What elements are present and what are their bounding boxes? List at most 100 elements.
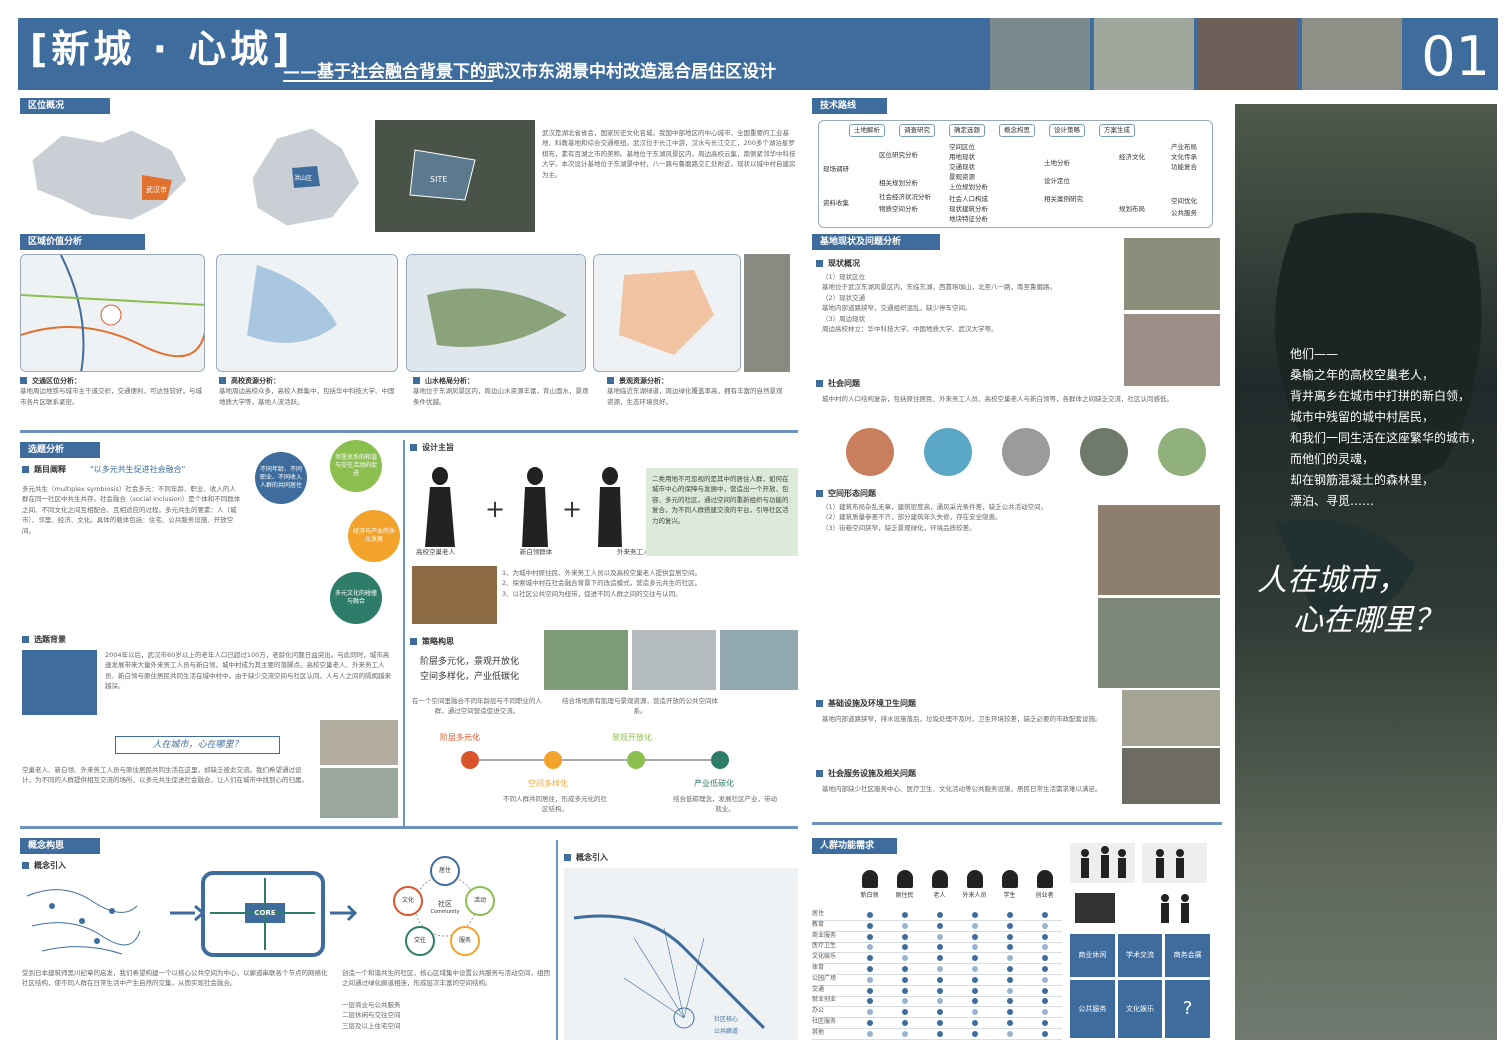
social-photo-row <box>846 428 1206 478</box>
community-item: 居住 <box>438 867 451 874</box>
crowd-matrix: 新白领 原住民 老人 外来人员 学生 创业者 居住 教育 商业服务 医疗卫生 文化娱乐 体育 公园广场… <box>812 868 1062 1040</box>
site-body-3: （1）建筑布局杂乱无章，建筑密度高，通风采光条件差，缺乏公共活动空间。 （2）建… <box>822 503 1048 532</box>
issue-photo <box>320 720 398 765</box>
crowd-need-dot <box>866 1009 873 1016</box>
crowd-row-label: 医疗卫生 <box>812 942 837 950</box>
site-photo <box>1124 238 1220 310</box>
crowd-need-dot <box>1006 912 1013 918</box>
crowd-need-dot <box>901 976 908 983</box>
crowd-row-label: 交通 <box>812 985 825 993</box>
issue-body-2: 空巢老人、新白领、外来务工人员与原住居民共同生活在这里，却缺乏彼此交流。我们希望… <box>22 766 308 785</box>
crowd-group-label: 原住民 <box>895 892 914 899</box>
site-label: SITE <box>430 175 447 184</box>
concept-body-3: 创造一个和谐共生的社区，核心区域集中设置公共服务与活动空间，组团之间通过绿化廊道… <box>342 969 550 988</box>
region-caption: 景观资源分析： 基地临近东湖绿道，周边绿化覆盖率高，拥有丰富的自然景观资源，生态环… <box>607 376 787 428</box>
concept-site-plan: 社区核心 公共廊道 <box>564 868 798 1040</box>
crowd-need-dot <box>936 944 943 951</box>
crowd-row-label: 教育 <box>812 920 825 928</box>
timeline-label: 空间多样化 <box>528 779 568 788</box>
subheading-strategy: 策略构思 <box>410 636 454 648</box>
crowd-need-dot <box>866 955 873 962</box>
region-caption: 山水格局分析： 基地位于东湖风景区内，周边山水资源丰富，背山面水，景观条件优越。 <box>413 376 593 428</box>
crowd-need-dot <box>1006 987 1013 994</box>
map-label-city: 武汉市 <box>146 185 167 194</box>
wuhan-map: 洪山区 <box>251 127 361 227</box>
crowd-row: 商业服务 <box>812 932 1062 943</box>
social-photo <box>1002 428 1050 476</box>
site-satellite: SITE <box>375 120 535 232</box>
crowd-row: 医疗卫生 <box>812 942 1062 954</box>
map-label-district: 洪山区 <box>294 174 312 182</box>
header-banner: [新城 · 心城] ——基于社会融合背景下的武汉市东湖景中村改造混合居住区设计 … <box>18 18 1498 90</box>
crowd-row: 社区服务 <box>812 1018 1062 1029</box>
crowd-need-dot <box>901 998 908 1005</box>
timeline-label: 阶层多元化 <box>440 733 480 742</box>
side-quote: 他们—— 桑榆之年的高校空巢老人， 背井离乡在城市中打拼的新白领， 城市中残留的… <box>1290 347 1483 508</box>
community-center: 社区 <box>438 900 452 908</box>
site-photo <box>1124 314 1220 386</box>
crowd-group-header: 新白领 原住民 老人 外来人员 学生 创业者 <box>852 868 1062 908</box>
strategy-caption: 在一个空间里融合不同年龄层与不同职业的人群，通过空间营造促进交流。 <box>412 697 542 716</box>
divider <box>812 822 1222 825</box>
crowd-need-dot <box>901 944 908 951</box>
strategy-item: 阶层多元化，景观开放化 <box>420 657 520 667</box>
figure-labels: 高校空巢老人 新白领群体 外来务工人员 <box>416 548 656 557</box>
crowd-need-dot <box>1041 1009 1048 1016</box>
crowd-need-dot <box>1041 998 1048 1005</box>
topic-body: 多元共生（multiplex symbiosis）社会多元：不同年龄、职业、收入… <box>22 485 241 535</box>
figure-silhouettes: + + <box>425 467 622 547</box>
crowd-group-icon <box>966 870 983 888</box>
crowd-need-dot <box>936 976 943 983</box>
crowd-need-dot <box>901 955 908 962</box>
subheading-site-4: 基础设施及环境卫生问题 <box>816 698 916 710</box>
crowd-need-dot <box>936 998 943 1005</box>
strategy-photo <box>544 630 628 690</box>
crowd-group-icon <box>896 870 913 888</box>
crowd-row: 公园广场 <box>812 975 1062 986</box>
university-map <box>216 254 398 372</box>
crowd-need-dot <box>1041 1030 1048 1037</box>
crowd-need-dot <box>901 933 908 940</box>
crowd-row-label: 公园广场 <box>812 974 837 982</box>
site-photo <box>1122 748 1220 804</box>
crowd-row-label: 社区服务 <box>812 1018 837 1025</box>
crowd-need-dot <box>1041 922 1048 929</box>
community-diagram: 社区 Community 居住 活动 服务 交往 文化 <box>390 856 500 956</box>
social-photo <box>924 428 972 476</box>
region-caption: 交通区位分析： 基地周边地铁与城市主干道交织，交通便利，可达性较好，与城市各片区联… <box>20 376 205 428</box>
community-item: 文化 <box>401 897 414 904</box>
crowd-need-dot <box>901 1009 908 1016</box>
crowd-need-dot <box>936 1030 943 1037</box>
crowd-need-dot <box>971 998 978 1005</box>
crowd-need-dot <box>1041 944 1048 951</box>
subheading-site-2: 社会问题 <box>816 378 860 390</box>
crowd-need-dot <box>971 1009 978 1016</box>
svg-text:+: + <box>562 495 582 523</box>
concept-circle-1: 不同年龄、不同职业、不同收入人群的共同居住 <box>255 452 307 504</box>
hubei-map: 武汉市 <box>31 129 188 221</box>
site-photo <box>1122 690 1220 746</box>
region-captions: 交通区位分析： 基地周边地铁与城市主干道交织，交通便利，可达性较好，与城市各片区联… <box>20 376 800 428</box>
strategy-caption: 结合场地原有肌理与景观资源，营造开放的公共空间体系。 <box>562 697 718 716</box>
crowd-need-dot <box>971 933 978 940</box>
crowd-row-label: 居住 <box>812 910 825 917</box>
page-number: 01 <box>1421 25 1490 88</box>
subheading-site-5: 社会服务设施及相关问题 <box>816 768 916 780</box>
crowd-row: 教育 <box>812 921 1062 932</box>
traffic-map <box>20 254 205 372</box>
crowd-need-dot <box>1006 933 1013 940</box>
header-photo <box>1094 18 1194 90</box>
crowd-row-label: 其他 <box>812 1028 825 1036</box>
crowd-need-dot <box>866 987 873 994</box>
figure-label: 新白领群体 <box>519 548 553 556</box>
strategy-photo <box>632 630 716 690</box>
crowd-row-label: 办公 <box>812 1007 825 1015</box>
site-photo <box>1098 505 1220 595</box>
network-diagram <box>26 889 141 955</box>
crowd-row: 办公 <box>812 1007 1062 1019</box>
section-title-crowd: 人群功能需求 <box>812 838 897 854</box>
section-title-issue: 选题分析 <box>20 442 100 458</box>
page-subtitle: ——基于社会融合背景下的武汉市东湖景中村改造混合居住区设计 <box>283 62 776 82</box>
subheading-theme: 设计主旨 <box>410 442 454 454</box>
section-title-site: 基地现状及问题分析 <box>812 234 940 250</box>
